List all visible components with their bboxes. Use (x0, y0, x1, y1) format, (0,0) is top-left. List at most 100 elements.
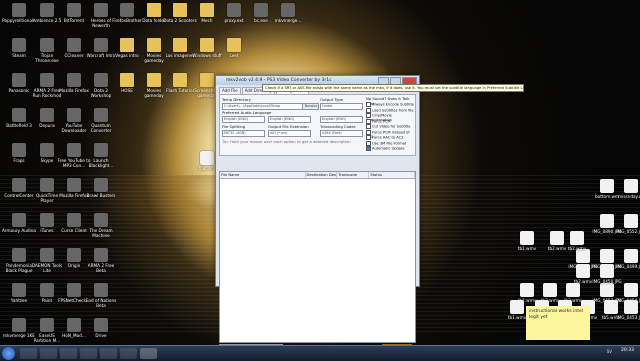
app-icon (67, 73, 81, 87)
preferred-subtitle-select[interactable]: English (ENG) (268, 116, 311, 123)
checkbox-4[interactable]: Cut Video for Subtitle (366, 124, 411, 129)
desktop-icon-10[interactable]: mkvmerge... (271, 2, 305, 36)
app-icon (67, 178, 81, 192)
taskbar-itunes-icon[interactable] (120, 348, 137, 359)
file-icon-3[interactable]: IMG_0552.JPG (614, 213, 640, 247)
tray-language[interactable]: SV (607, 349, 612, 354)
app-icon (94, 248, 108, 262)
unchecked-icon (366, 135, 371, 140)
desktop-icon-35[interactable]: Launch Blacklight... (84, 142, 118, 176)
subtitle-lang-select[interactable]: English (ENG) (320, 116, 363, 123)
app-icon (94, 3, 108, 17)
transcoding-select[interactable]: x264 (Fast) (320, 130, 363, 137)
desktop-icon-51[interactable]: End of Nations Beta (84, 282, 118, 316)
app-icon (67, 213, 81, 227)
folder-icon (200, 3, 214, 17)
app-icon (520, 283, 534, 297)
taskbar-steam-icon[interactable] (100, 348, 117, 359)
clock-time: 20:33 (621, 348, 634, 353)
checkbox-1[interactable]: Load Subtitles from file (366, 107, 414, 113)
column-transcode[interactable]: Transcode (337, 172, 370, 178)
app-icon (67, 38, 81, 52)
clock[interactable]: 20:33 (621, 348, 634, 353)
app-icon (94, 73, 108, 87)
checkbox-label: Always Encode Subtitle (372, 102, 414, 107)
icon-label: Quantum Converter (90, 123, 112, 133)
checkbox-6[interactable]: Force AAC to AC3 (366, 135, 403, 140)
app-icon (624, 249, 638, 263)
file-splitting-label: File Splitting (222, 124, 246, 129)
taskbar-explorer-icon[interactable] (20, 348, 37, 359)
app-icon (12, 143, 26, 157)
icon-label: Launch Blacklight... (88, 158, 114, 168)
checkbox-label: Load Subtitles from file (372, 108, 414, 112)
file-icon-20[interactable]: tb1.wmv (510, 230, 544, 264)
desktop-icon-31[interactable]: Quantum Converter (84, 107, 118, 141)
app-icon (94, 143, 108, 157)
temp-dir-input[interactable]: C:\Users\...\AppData\Local\Temp (222, 103, 303, 110)
checkbox-0[interactable]: Always Encode Subtitle (366, 102, 414, 107)
app-icon (570, 231, 584, 245)
taskbar-skype-icon[interactable] (80, 348, 97, 359)
output-type-select[interactable]: Folder (320, 103, 363, 110)
app-icon (12, 3, 26, 17)
icon-label: End of Nations Beta (85, 298, 117, 308)
folder-icon (147, 38, 161, 52)
file-list-header: File Name Destination Dev Transcode Stat… (220, 172, 415, 179)
unchecked-icon (366, 140, 371, 146)
checkbox-8[interactable]: Automatic Update (366, 146, 405, 151)
icon-label: tb1.wmv (517, 246, 537, 251)
app-icon (254, 3, 268, 17)
app-icon (12, 178, 26, 192)
app-icon (67, 143, 81, 157)
app-icon (67, 248, 81, 262)
browse-button[interactable]: Browse (302, 103, 319, 110)
app-icon (94, 108, 108, 122)
folder-icon (173, 3, 187, 17)
file-icon-22[interactable]: tb2.wmv (560, 230, 594, 264)
taskbar-chrome-icon[interactable] (60, 348, 77, 359)
taskbar-mkv2vob-icon[interactable] (140, 348, 157, 359)
app-icon (94, 38, 108, 52)
file-icon-19[interactable]: IMG_0453.JPG (614, 299, 640, 333)
app-icon (94, 283, 108, 297)
app-icon (94, 318, 108, 332)
folder-icon (227, 38, 241, 52)
checkbox-3[interactable]: Force PCM (366, 118, 391, 124)
file-splitting-select[interactable]: FAT32 (4GB) (222, 130, 265, 137)
file-icon-1[interactable]: missnday.wr (614, 178, 640, 212)
sticky-note[interactable]: instructional works intel legit yet (526, 306, 590, 340)
icon-label: Drive (95, 333, 107, 338)
column-status[interactable]: Status (369, 172, 415, 178)
icon-label: IMG_0552.JPG (616, 229, 640, 234)
start-button-orb[interactable] (2, 347, 15, 360)
app-icon (624, 283, 638, 297)
app-icon (40, 213, 54, 227)
folder-icon (200, 38, 214, 52)
app-icon (67, 108, 81, 122)
output-ext-select[interactable]: AVI (*.avi) (268, 130, 311, 137)
checkbox-7[interactable]: Use 3M File Format (366, 140, 407, 146)
column-file-name[interactable]: File Name (220, 172, 306, 178)
checked-icon (366, 146, 371, 151)
desktop-icon-19[interactable]: Leet (217, 37, 251, 71)
mkv2vob-window[interactable]: mkv2vob v2.4.9 - PS3 Video Converter by … (215, 75, 420, 354)
folder-icon (173, 38, 187, 52)
column-destination[interactable]: Destination Dev (306, 172, 338, 178)
unchecked-icon (366, 107, 371, 113)
taskbar-firefox-icon[interactable] (40, 348, 57, 359)
preferred-audio-select[interactable]: English (ENG) (222, 116, 265, 123)
file-list[interactable]: File Name Destination Dev Transcode Stat… (219, 171, 416, 343)
app-icon (600, 264, 614, 278)
app-icon (566, 283, 580, 297)
desktop-icon-43[interactable]: The Dream Machine (84, 212, 118, 246)
checkbox-label: Force AAC to AC3 (372, 135, 404, 140)
preferred-subtitle-label: Preferred Audio Language (222, 110, 272, 115)
desktop-icon-47[interactable]: ARMA 2 Free Beta (84, 247, 118, 281)
desktop-icon-39[interactable]: Brawl Busters (84, 177, 118, 211)
icon-label: The Dream Machine (89, 228, 113, 238)
checkbox-label: Use 3M File Format (372, 141, 407, 145)
config-panel: Temp Directory C:\Users\...\AppData\Loca… (219, 94, 416, 156)
app-icon (67, 283, 81, 297)
app-icon (12, 213, 26, 227)
